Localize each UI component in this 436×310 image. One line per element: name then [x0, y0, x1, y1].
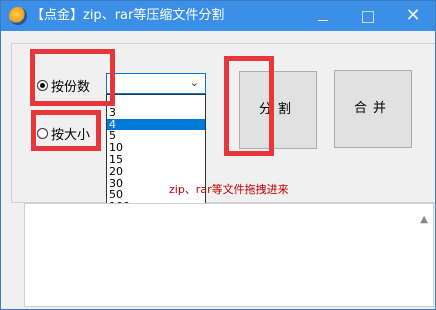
chevron-down-icon[interactable]: ⌄ [190, 76, 199, 89]
dropdown-option[interactable]: 15 [107, 154, 205, 166]
dropdown-option[interactable]: 2 [107, 95, 205, 107]
radio-by-count-label: 按份数 [51, 80, 91, 95]
app-logo-icon [9, 7, 27, 25]
radio-by-size-label: 按大小 [51, 128, 91, 143]
close-icon: ✕ [405, 5, 421, 26]
title-bar[interactable]: 【点金】zip、rar等压缩文件分割 ✕ [1, 1, 435, 31]
maximize-button[interactable] [346, 1, 390, 31]
file-drop-area[interactable]: ▲ [24, 203, 434, 307]
minimize-button[interactable] [301, 1, 345, 31]
dropdown-option[interactable]: 20 [107, 166, 205, 178]
dropdown-option[interactable]: 3 [107, 107, 205, 119]
radio-by-count[interactable]: 按份数 [37, 76, 90, 95]
radio-unchecked-icon[interactable] [37, 128, 48, 139]
minimize-icon [318, 20, 328, 21]
scroll-up-icon[interactable]: ▲ [420, 214, 428, 225]
parts-count-select[interactable]: ⌄ [106, 73, 206, 94]
dropdown-option-selected[interactable]: 4 [107, 118, 205, 131]
merge-button[interactable]: 合并 [334, 70, 412, 148]
window-title: 【点金】zip、rar等压缩文件分割 [31, 8, 225, 23]
app-window: 【点金】zip、rar等压缩文件分割 ✕ 按份数 按大小 ⌄ 2 3 4 5 1… [0, 0, 436, 310]
close-button[interactable]: ✕ [391, 1, 435, 31]
split-button[interactable]: 分割 [239, 71, 317, 149]
radio-checked-icon[interactable] [37, 80, 48, 91]
drop-hint-text: zip、rar等文件拖拽进来 [169, 183, 289, 196]
radio-by-size[interactable]: 按大小 [37, 124, 90, 143]
maximize-icon [362, 11, 374, 23]
